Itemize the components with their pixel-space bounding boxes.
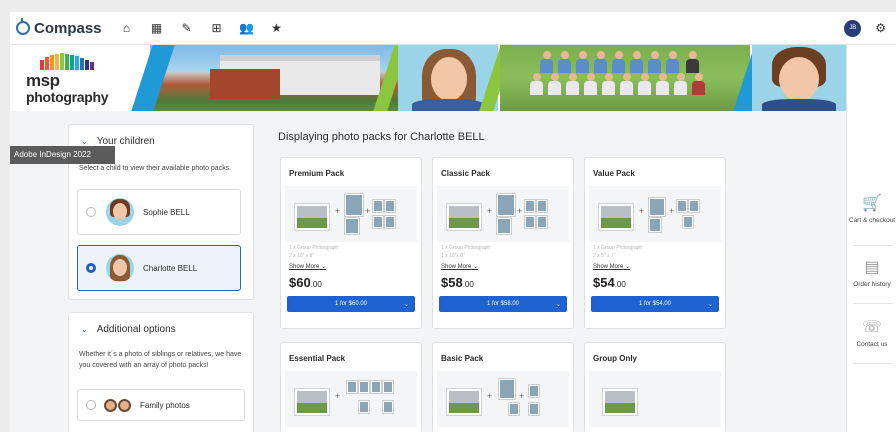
home-icon[interactable]: ⌂ [114,15,140,41]
children-panel-description: Select a child to view their available p… [79,165,232,172]
rail-label: Order history [853,281,891,288]
pack-price: $60.00 [289,275,322,290]
children-panel-header[interactable]: ⌄ Your children [69,125,253,147]
pack-price: $54.00 [593,275,626,290]
msp-banner: msp photography [10,45,846,111]
page-title: Displaying photo packs for Charlotte BEL… [278,131,485,143]
family-label: Family photos [140,400,190,410]
pack-image: + [285,371,417,427]
pack-image: + + [437,371,569,427]
options-panel-description: Whether it´s a photo of siblings or rela… [79,351,242,369]
pack-line: 1 x Group Photograph [289,245,339,251]
pencil-icon[interactable]: ✎ [174,15,200,41]
phone-icon: ☏ [861,319,882,336]
pack-card-basic: Basic Pack + + [432,342,574,432]
child-name: Sophie BELL [143,207,190,217]
options-panel-title: Additional options [96,324,176,335]
boy-portrait [752,45,846,111]
pack-name: Group Only [593,354,637,363]
gear-icon[interactable]: ⚙ [875,21,886,35]
compass-logo-icon [16,18,30,35]
pack-image: + + [285,186,417,242]
pack-card-essential: Essential Pack + [280,342,422,432]
people-icon[interactable]: 👥 [234,15,260,41]
child-name: Charlotte BELL [143,263,198,273]
cart-checkout-button[interactable]: 🛒 Cart & checkout [847,193,896,224]
avatar [106,254,134,282]
show-more-link[interactable]: Show More ⌄ [281,258,421,270]
chevron-down-icon: ⌄ [81,137,88,146]
top-bar: Compass ⌂ ▦ ✎ ⊞ 👥 ★ JB ⚙ [10,12,896,45]
show-more-link[interactable]: Show More ⌄ [585,258,725,270]
pack-image: + + [589,186,721,242]
show-more-link[interactable]: Show More ⌄ [433,258,573,270]
pack-name: Basic Pack [441,354,484,363]
chevron-down-icon: ⌄ [403,301,409,308]
pack-line: 2 x 5" x 7" [593,253,616,259]
nav-right: JB ⚙ [844,19,886,37]
avatar [106,198,134,226]
pack-image: + + [437,186,569,242]
radio-charlotte[interactable] [86,263,96,273]
cart-icon: 🛒 [862,195,882,212]
radio-family[interactable] [86,400,96,410]
pack-line: 2 x 10" x 8" [289,253,315,259]
pack-price: $58.00 [441,275,474,290]
chevron-down-icon: ⌄ [707,301,713,308]
pack-name: Classic Pack [441,169,490,178]
user-avatar[interactable]: JB [844,19,862,37]
pack-name: Essential Pack [289,354,346,363]
chevron-down-icon: ⌄ [81,325,88,334]
child-card-charlotte[interactable]: Charlotte BELL [77,245,241,291]
msp-brand-line2: photography [26,89,109,105]
options-panel-header[interactable]: ⌄ Additional options [69,313,253,335]
child-card-sophie[interactable]: Sophie BELL [77,189,241,235]
star-icon[interactable]: ★ [264,15,290,41]
receipt-icon: ▤ [864,259,880,276]
pack-card-group-only: Group Only [584,342,726,432]
msp-brand-line1: msp [26,71,60,90]
rail-label: Cart & checkout [848,217,896,224]
pack-name: Value Pack [593,169,635,178]
app-frame: Compass ⌂ ▦ ✎ ⊞ 👥 ★ JB ⚙ msp photography [10,12,896,432]
school-photo [150,45,398,111]
pack-name: Premium Pack [289,169,345,178]
radio-sophie[interactable] [86,207,96,217]
app-name: Compass [34,19,102,37]
pack-card-value: Value Pack + + 1 x Group Photograph 2 x … [584,157,726,329]
pack-line: 1 x 10"x 8" [441,253,465,259]
contact-us-button[interactable]: ☏ Contact us [847,317,896,348]
buy-button[interactable]: 1 for $60.00 ⌄ [287,296,415,312]
order-history-button[interactable]: ▤ Order history [847,257,896,288]
pack-image [589,371,721,427]
pack-line: 1 x Group Photograph [593,245,643,251]
pack-line: 1 x Group Photograph [441,245,491,251]
buy-button[interactable]: 1 for $54.00 ⌄ [591,296,719,312]
msp-logo: msp photography [10,45,150,111]
calendar-icon[interactable]: ▦ [144,15,170,41]
compass-brand[interactable]: Compass [16,18,102,37]
chevron-down-icon: ⌄ [555,301,561,308]
msp-color-bars-icon [40,53,94,70]
rail-label: Contact us [856,341,888,348]
pack-card-premium: Premium Pack + + 1 x Group Photograph 2 … [280,157,422,329]
group-photo [500,45,750,111]
options-panel: ⌄ Additional options Whether it´s a phot… [68,312,254,432]
nav-icons: ⌂ ▦ ✎ ⊞ 👥 ★ [114,15,290,41]
buy-button[interactable]: 1 for $58.00 ⌄ [439,296,567,312]
pack-card-classic: Classic Pack + + 1 x Group Photograph 1 … [432,157,574,329]
grid-icon[interactable]: ⊞ [204,15,230,41]
right-rail: 🛒 Cart & checkout ▤ Order history ☏ Cont… [846,45,896,432]
app-tooltip: Adobe InDesign 2022 [10,146,115,164]
family-avatars [104,398,131,412]
family-photos-option[interactable]: Family photos [77,389,245,421]
